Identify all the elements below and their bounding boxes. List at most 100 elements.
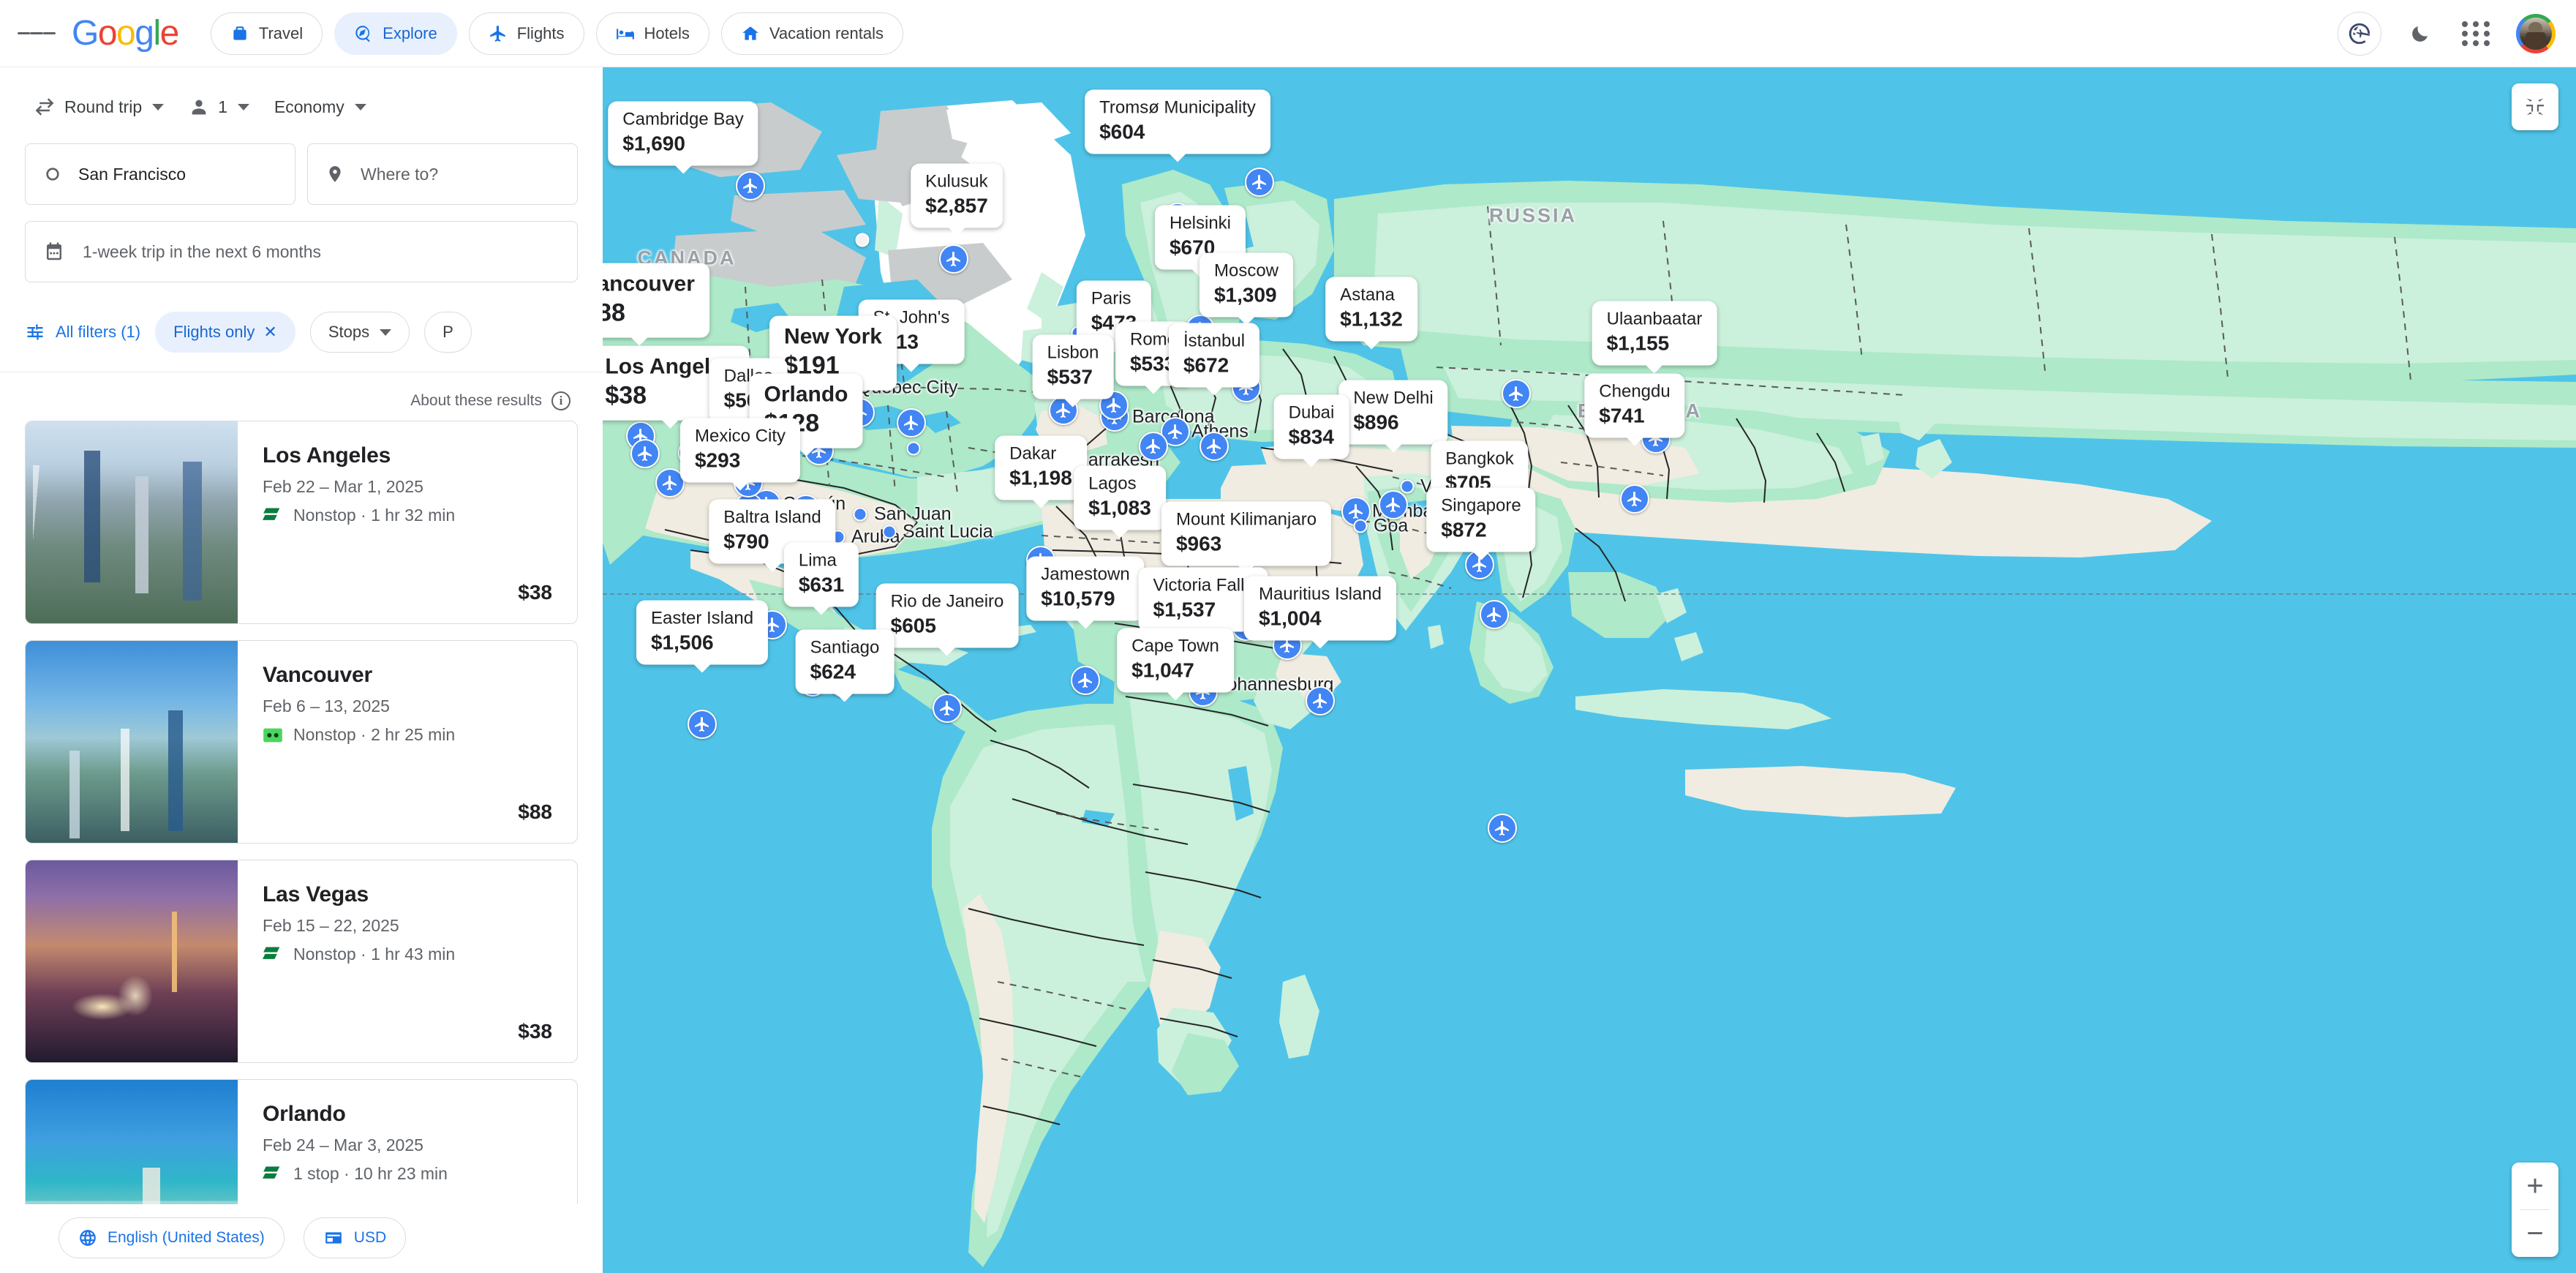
account-avatar[interactable] — [2516, 14, 2556, 53]
app-header: Google Travel Explore Flights Hotels Vac… — [0, 0, 2576, 67]
currency-card-icon — [323, 1228, 344, 1247]
map-pin-plane[interactable] — [897, 408, 926, 438]
filter-chip-price[interactable]: P — [424, 312, 472, 353]
price-label-mauritius-island[interactable]: Mauritius Island $1,004 — [1244, 577, 1396, 641]
map-pin-plane[interactable] — [1245, 168, 1274, 197]
price-label-amount: $1,690 — [622, 131, 743, 156]
price-label-dakar[interactable]: Dakar $1,198 — [995, 436, 1087, 500]
airline-logo-icon — [263, 945, 283, 964]
dark-mode-moon-icon[interactable] — [2403, 17, 2437, 50]
map-pin-plane[interactable] — [1071, 666, 1100, 695]
chevron-down-icon — [380, 329, 391, 336]
price-label-city: Jamestown — [1041, 566, 1129, 585]
cabin-class-select[interactable]: Economy — [265, 86, 375, 127]
price-label-amount: $88 — [603, 298, 695, 328]
map-pin-plane[interactable] — [688, 710, 717, 739]
nav-vacation-rentals[interactable]: Vacation rentals — [721, 12, 903, 55]
globe-plane-icon[interactable] — [2338, 12, 2381, 56]
map-pin-plane[interactable] — [736, 171, 765, 200]
destination-card[interactable]: Vancouver Feb 6 – 13, 2025 Nonstop · 2 h… — [25, 640, 578, 844]
zoom-out-button[interactable]: − — [2512, 1210, 2558, 1257]
price-label-vancouver[interactable]: Vancouver $88 — [603, 263, 709, 338]
price-label-rio-de-janeiro[interactable]: Rio de Janeiro $605 — [876, 584, 1019, 648]
filter-chip-stops[interactable]: Stops — [310, 312, 410, 353]
map-pin-dot[interactable] — [854, 508, 867, 522]
map-pin-plane[interactable] — [1620, 484, 1649, 514]
zoom-in-button[interactable]: + — [2512, 1163, 2558, 1209]
map-pin-dot[interactable] — [883, 525, 897, 539]
filter-chip-flights-only[interactable]: Flights only ✕ — [155, 312, 295, 353]
map-pin-white-dot[interactable] — [856, 233, 870, 247]
main-menu-hamburger-icon[interactable] — [18, 15, 56, 53]
map-pin-dot[interactable] — [1354, 519, 1368, 533]
price-label-city: New Delhi — [1353, 389, 1433, 409]
destination-input[interactable]: Where to? — [307, 143, 578, 205]
price-label-easter-island[interactable]: Easter Island $1,506 — [636, 601, 768, 665]
map-pin-plane[interactable] — [1200, 432, 1229, 461]
destination-thumbnail — [26, 421, 238, 623]
all-filters-button[interactable]: All filters (1) — [25, 322, 140, 342]
price-label-kulusuk[interactable]: Kulusuk $2,857 — [911, 164, 1003, 228]
currency-label: USD — [354, 1229, 386, 1247]
origin-input[interactable]: San Francisco — [25, 143, 295, 205]
price-label-cape-town[interactable]: Cape Town $1,047 — [1117, 628, 1234, 693]
price-label-new-delhi[interactable]: New Delhi $896 — [1338, 380, 1447, 445]
price-label-istanbul[interactable]: İstanbul $672 — [1169, 323, 1259, 388]
header-right-actions — [2338, 12, 2556, 56]
price-label-lagos[interactable]: Lagos $1,083 — [1074, 466, 1166, 530]
map-pin-plane[interactable] — [1502, 379, 1531, 408]
price-label-lima[interactable]: Lima $631 — [784, 543, 859, 607]
destination-card[interactable]: Los Angeles Feb 22 – Mar 1, 2025 Nonstop… — [25, 421, 578, 624]
price-label-lisbon[interactable]: Lisbon $537 — [1033, 335, 1114, 399]
price-label-tromso-municipality[interactable]: Tromsø Municipality $604 — [1085, 90, 1270, 154]
collapse-arrows-icon[interactable] — [2512, 83, 2558, 130]
dates-input[interactable]: 1-week trip in the next 6 months — [25, 221, 578, 282]
about-these-results[interactable]: About these results i — [0, 372, 603, 421]
map-pin-plane[interactable] — [1139, 432, 1168, 461]
info-icon[interactable]: i — [551, 391, 570, 410]
google-logo[interactable]: Google — [72, 16, 178, 51]
map-pin-plane[interactable] — [1306, 686, 1335, 716]
nav-hotels[interactable]: Hotels — [596, 12, 709, 55]
trip-type-select[interactable]: Round trip — [25, 86, 173, 127]
price-label-mount-kilimanjaro[interactable]: Mount Kilimanjaro $963 — [1161, 502, 1331, 566]
nav-flights[interactable]: Flights — [469, 12, 584, 55]
zoom-controls[interactable]: + − — [2512, 1163, 2558, 1257]
close-icon[interactable]: ✕ — [263, 324, 276, 340]
map-pin-plane[interactable] — [933, 694, 962, 723]
nav-explore[interactable]: Explore — [334, 12, 457, 55]
destination-results-list: Los Angeles Feb 22 – Mar 1, 2025 Nonstop… — [0, 421, 603, 1273]
tune-filter-icon — [25, 322, 45, 342]
price-label-singapore[interactable]: Singapore $872 — [1426, 488, 1535, 552]
destination-city: Orlando — [263, 1102, 552, 1127]
map-pin-plane[interactable] — [939, 244, 968, 274]
price-label-ulaanbaatar[interactable]: Ulaanbaatar $1,155 — [1592, 301, 1717, 366]
price-label-chengdu[interactable]: Chengdu $741 — [1584, 374, 1684, 438]
cabin-class-value: Economy — [274, 97, 344, 117]
filter-chip-flights-only-label: Flights only — [173, 323, 255, 342]
map-pin-dot[interactable] — [907, 442, 921, 456]
airline-logo-icon — [263, 506, 283, 525]
nav-travel-label: Travel — [259, 24, 303, 43]
google-apps-grid-icon[interactable] — [2459, 16, 2494, 51]
nav-travel[interactable]: Travel — [211, 12, 323, 55]
price-label-jamestown[interactable]: Jamestown $10,579 — [1026, 557, 1144, 621]
price-label-astana[interactable]: Astana $1,132 — [1325, 277, 1417, 342]
map-pin-plane[interactable] — [1379, 490, 1408, 519]
price-label-moscow[interactable]: Moscow $1,309 — [1200, 253, 1293, 318]
destination-card[interactable]: Las Vegas Feb 15 – 22, 2025 Nonstop · 1 … — [25, 860, 578, 1063]
currency-selector[interactable]: USD — [304, 1217, 406, 1258]
locale-bar: English (United States) USD — [0, 1204, 603, 1273]
map-pin-plane[interactable] — [630, 439, 660, 468]
price-label-santiago[interactable]: Santiago $624 — [796, 630, 895, 694]
language-selector[interactable]: English (United States) — [59, 1217, 285, 1258]
origin-value: San Francisco — [78, 165, 186, 184]
price-label-mexico-city[interactable]: Mexico City $293 — [680, 418, 800, 483]
passengers-select[interactable]: 1 — [180, 86, 258, 127]
explore-map[interactable]: .ld{fill:#f0ece1}.gr{fill:#aee9c9}.gr2{f… — [603, 67, 2576, 1273]
map-pin-plane[interactable] — [1488, 814, 1517, 843]
calendar-icon — [43, 241, 65, 263]
price-label-cambridge-bay[interactable]: Cambridge Bay $1,690 — [608, 102, 758, 166]
price-label-dubai[interactable]: Dubai $834 — [1274, 395, 1349, 459]
map-pin-plane[interactable] — [1480, 600, 1509, 629]
